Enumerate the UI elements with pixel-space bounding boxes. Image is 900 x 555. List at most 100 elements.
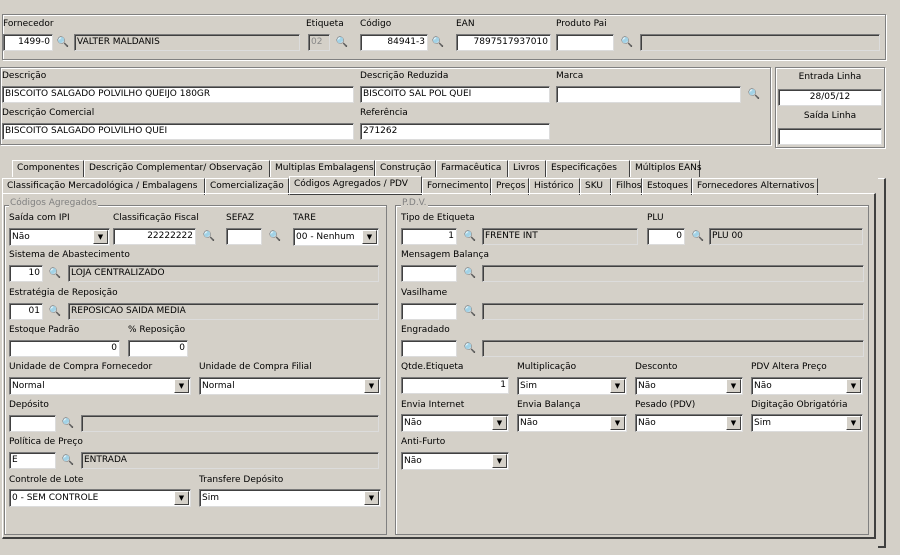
entrada-linha-input[interactable]: 28/05/12 <box>778 89 882 106</box>
pdv-altera-preco-select[interactable]: Não ▼ <box>751 377 863 395</box>
reposicao-input[interactable]: 0 <box>128 340 188 357</box>
binoculars-icon[interactable]: 🔍 <box>200 228 218 245</box>
qtde-etiqueta-input[interactable]: 1 <box>401 377 509 394</box>
politica-preco-code-input[interactable]: E <box>9 452 56 469</box>
chevron-down-icon[interactable]: ▼ <box>364 491 379 505</box>
transfere-deposito-value: Sim <box>202 493 219 503</box>
binoculars-icon[interactable]: 🔍 <box>689 228 707 245</box>
saida-linha-input[interactable] <box>778 128 882 145</box>
binoculars-icon[interactable]: 🔍 <box>59 415 77 432</box>
tab-2[interactable]: Multiplas Embalagens <box>270 160 375 177</box>
binoculars-icon[interactable]: 🔍 <box>745 86 763 103</box>
chevron-down-icon[interactable]: ▼ <box>364 379 379 393</box>
chevron-down-icon[interactable]: ▼ <box>362 230 377 244</box>
binoculars-icon[interactable]: 🔍 <box>618 34 636 51</box>
binoculars-icon[interactable]: 🔍 <box>46 265 64 282</box>
chevron-down-icon[interactable]: ▼ <box>846 379 861 393</box>
mensagem-balanca-code-input[interactable] <box>401 265 457 282</box>
controle-lote-value: 0 - SEM CONTROLE <box>12 493 99 503</box>
uc-filial-select[interactable]: Normal ▼ <box>199 377 381 395</box>
desconto-select[interactable]: Não ▼ <box>635 377 743 395</box>
codigo-input[interactable]: 84941-3 <box>360 34 428 51</box>
chevron-down-icon[interactable]: ▼ <box>610 416 625 430</box>
tab-0[interactable]: Componentes <box>12 160 84 177</box>
anti-furto-value: Não <box>404 456 422 466</box>
chevron-down-icon[interactable]: ▼ <box>174 379 189 393</box>
desconto-value: Não <box>638 381 656 391</box>
politica-preco-label: Política de Preço <box>9 437 83 447</box>
binoculars-icon[interactable]: 🔍 <box>461 303 479 320</box>
envia-balanca-value: Não <box>520 418 538 428</box>
classificacao-fiscal-input[interactable]: 22222222 <box>113 228 196 245</box>
referencia-label: Referência <box>360 108 408 118</box>
chevron-down-icon[interactable]: ▼ <box>492 416 507 430</box>
estrategia-reposicao-label: Estratégia de Reposição <box>9 288 118 298</box>
descricao-comercial-label: Descrição Comercial <box>2 108 95 118</box>
binoculars-icon[interactable]: 🔍 <box>429 34 447 51</box>
multiplicacao-label: Multiplicação <box>517 362 577 372</box>
anti-furto-select[interactable]: Não ▼ <box>401 452 509 470</box>
tab-3[interactable]: Construção <box>375 160 436 177</box>
envia-balanca-select[interactable]: Não ▼ <box>517 414 627 432</box>
tipo-etiqueta-code-input[interactable]: 1 <box>401 228 457 245</box>
descricao-input[interactable]: BISCOITO SALGADO POLVILHO QUEIJO 180GR <box>2 86 354 103</box>
vasilhame-code-input[interactable] <box>401 303 457 320</box>
chevron-down-icon[interactable]: ▼ <box>93 230 108 244</box>
tare-value: 00 - Nenhum <box>296 232 355 242</box>
deposito-code-input[interactable] <box>9 415 56 432</box>
ean-input[interactable]: 7897517937010 <box>456 34 551 51</box>
binoculars-icon[interactable]: 🔍 <box>333 34 351 51</box>
pdv-title: P.D.V. <box>401 198 428 208</box>
controle-lote-select[interactable]: 0 - SEM CONTROLE ▼ <box>9 489 191 507</box>
plu-code-input[interactable]: 0 <box>647 228 685 245</box>
tare-select[interactable]: 00 - Nenhum ▼ <box>293 228 379 246</box>
descricao-reduzida-input[interactable]: BISCOITO SAL POL QUEI <box>360 86 550 103</box>
chevron-down-icon[interactable]: ▼ <box>846 416 861 430</box>
politica-preco-name-field: ENTRADA <box>81 452 379 469</box>
uc-fornecedor-select[interactable]: Normal ▼ <box>9 377 191 395</box>
uc-filial-label: Unidade de Compra Filial <box>199 362 312 372</box>
mensagem-balanca-label: Mensagem Balança <box>401 250 489 260</box>
binoculars-icon[interactable]: 🔍 <box>266 228 284 245</box>
referencia-input[interactable]: 271262 <box>360 123 550 140</box>
binoculars-icon[interactable]: 🔍 <box>46 303 64 320</box>
binoculars-icon[interactable]: 🔍 <box>461 340 479 357</box>
marca-input[interactable] <box>556 86 741 103</box>
classificacao-fiscal-label: Classificação Fiscal <box>113 213 199 223</box>
chevron-down-icon[interactable]: ▼ <box>726 379 741 393</box>
transfere-deposito-select[interactable]: Sim ▼ <box>199 489 381 507</box>
descricao-reduzida-label: Descrição Reduzida <box>360 71 449 81</box>
produto-pai-input[interactable] <box>556 34 614 51</box>
sefaz-input[interactable] <box>226 228 262 245</box>
chevron-down-icon[interactable]: ▼ <box>610 379 625 393</box>
codigos-agregados-title: Códigos Agregados <box>9 198 98 208</box>
deposito-name-field <box>81 415 379 432</box>
chevron-down-icon[interactable]: ▼ <box>492 454 507 468</box>
estrategia-reposicao-code-input[interactable]: 01 <box>9 303 43 320</box>
tab-5[interactable]: Livros <box>508 160 546 177</box>
saida-ipi-select[interactable]: Não ▼ <box>9 228 110 246</box>
fornecedor-code-input[interactable]: 1499-0 <box>3 34 53 51</box>
digitacao-obrigatoria-select[interactable]: Sim ▼ <box>751 414 863 432</box>
tab-4[interactable]: Farmacêutica <box>436 160 508 177</box>
produto-pai-name-field <box>640 34 880 51</box>
multiplicacao-select[interactable]: Sim ▼ <box>517 377 627 395</box>
chevron-down-icon[interactable]: ▼ <box>174 491 189 505</box>
binoculars-icon[interactable]: 🔍 <box>59 452 77 469</box>
tab-1[interactable]: Descrição Complementar/ Observação <box>84 160 270 177</box>
chevron-down-icon[interactable]: ▼ <box>726 416 741 430</box>
binoculars-icon[interactable]: 🔍 <box>54 34 72 51</box>
tab-6[interactable]: Especificações <box>546 160 630 177</box>
pesado-pdv-select[interactable]: Não ▼ <box>635 414 743 432</box>
binoculars-icon[interactable]: 🔍 <box>461 228 479 245</box>
desconto-label: Desconto <box>635 362 678 372</box>
envia-internet-select[interactable]: Não ▼ <box>401 414 509 432</box>
tab-7[interactable]: Múltiplos EANs <box>630 160 702 177</box>
estoque-padrao-input[interactable]: 0 <box>9 340 120 357</box>
engradado-code-input[interactable] <box>401 340 457 357</box>
descricao-comercial-input[interactable]: BISCOITO SALGADO POLVILHO QUEI <box>2 123 354 140</box>
sistema-abastecimento-code-input[interactable]: 10 <box>9 265 43 282</box>
vasilhame-name-field <box>482 303 864 320</box>
binoculars-icon[interactable]: 🔍 <box>461 265 479 282</box>
digitacao-obrigatoria-label: Digitação Obrigatória <box>751 400 848 410</box>
